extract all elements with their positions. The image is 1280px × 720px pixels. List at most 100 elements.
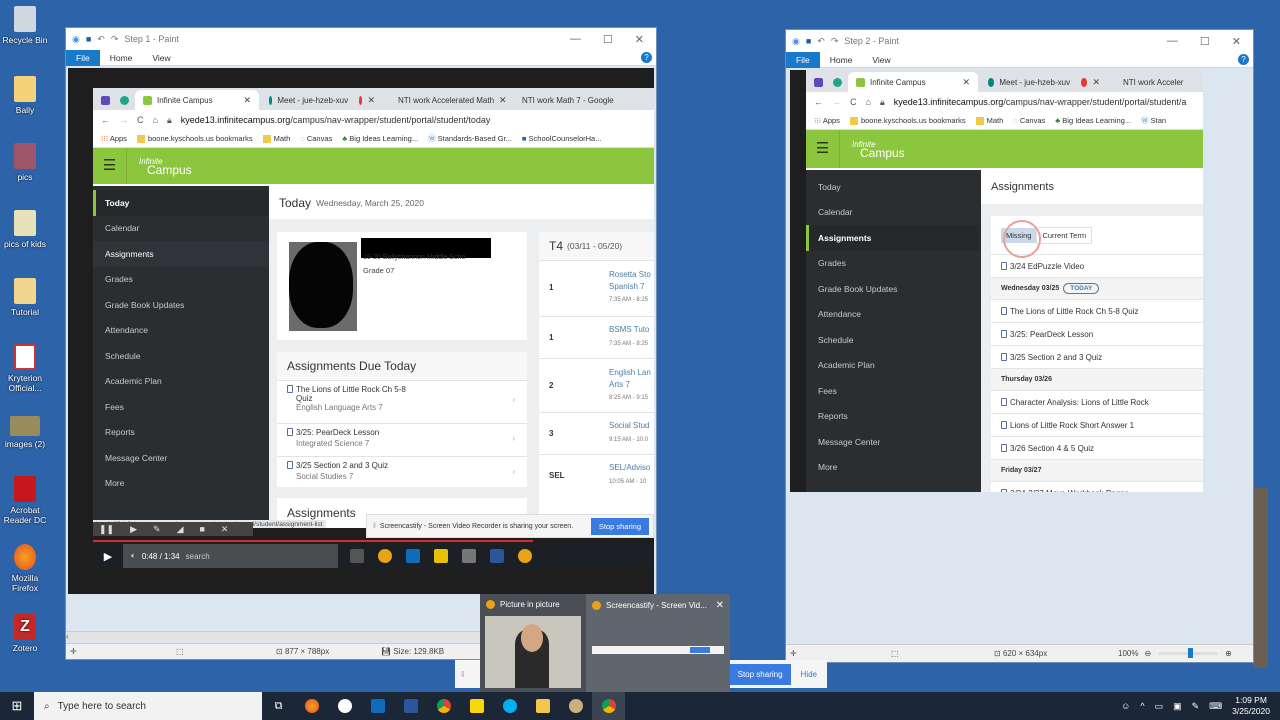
nav-calendar[interactable]: Calendar (93, 216, 269, 242)
preview-screencastify[interactable]: Screencastify - Screen Vid... ✕ (586, 594, 730, 692)
zoom-out-button[interactable]: ⊖ (1144, 649, 1151, 658)
help-icon[interactable]: ? (641, 52, 652, 63)
hide-button[interactable]: Hide (791, 670, 827, 679)
desktop-icon-recycle-bin[interactable]: Recycle Bin (2, 6, 48, 45)
bookmark-canvas[interactable]: ◌ Canvas (1013, 116, 1045, 125)
zoom-slider[interactable] (1159, 648, 1218, 658)
pen-icon[interactable]: ✎ (1192, 701, 1200, 712)
nav-academic-plan[interactable]: Academic Plan (93, 369, 269, 395)
home-icon[interactable]: ⌂ (153, 115, 158, 125)
play-icon[interactable]: ▶ (130, 524, 137, 535)
nav-grade-book-updates[interactable]: Grade Book Updates (93, 292, 269, 318)
chrome-icon[interactable] (518, 549, 532, 563)
bookmark-big-ideas[interactable]: ♣ Big Ideas Learning... (1055, 116, 1131, 125)
taskbar-chrome-active[interactable] (592, 692, 625, 720)
volume-icon[interactable]: 🔈︎ (131, 551, 136, 561)
zoom-in-button[interactable]: ⊕ (1225, 649, 1232, 658)
menu-view[interactable]: View (862, 55, 900, 65)
tab-meet[interactable]: Meet - jue-hzeb-xuv ✕ (980, 72, 1108, 92)
bookmark-boone[interactable]: boone.kyschools.us bookmarks (849, 116, 966, 125)
taskbar-firefox[interactable] (295, 692, 328, 720)
menu-home[interactable]: Home (100, 53, 143, 63)
minimize-button[interactable]: — (1167, 35, 1178, 48)
taskbar-photos[interactable] (328, 692, 361, 720)
ic-logo[interactable]: Infinite Campus (127, 157, 192, 176)
taskbar-sticky-notes[interactable] (460, 692, 493, 720)
desktop-icon-zotero[interactable]: Z Zotero (2, 614, 48, 653)
url-field[interactable]: kyede13.infinitecampus.org/campus/nav-wr… (894, 97, 1187, 107)
calculator-icon[interactable] (462, 549, 476, 563)
zoom-slider-thumb[interactable] (1188, 648, 1194, 658)
back-icon[interactable]: ← (814, 97, 823, 107)
chrome-icon[interactable] (378, 549, 392, 563)
camera-icon[interactable]: ■ (199, 524, 204, 534)
assignment-item[interactable]: The Lions of Little Rock Ch 5-8 Quiz (991, 299, 1203, 322)
taskbar-chrome[interactable] (427, 692, 460, 720)
nav-attendance[interactable]: Attendance (806, 302, 981, 328)
help-icon[interactable]: ? (1238, 54, 1249, 65)
taskbar-outlook[interactable] (361, 692, 394, 720)
save-icon[interactable]: ■ (86, 34, 91, 44)
network-icon[interactable]: ▣ (1173, 701, 1182, 712)
bookmark-big-ideas[interactable]: ♣ Big Ideas Learning... (342, 134, 418, 143)
due-item[interactable]: 3/25: PearDeck Lesson Integrated Science … (277, 423, 527, 456)
paint-canvas[interactable]: Infinite Campus ✕ Meet - jue-hzeb-xuv ✕ NT… (68, 68, 654, 594)
eraser-icon[interactable]: ◢ (177, 524, 184, 535)
people-icon[interactable]: ☺ (1121, 701, 1130, 711)
reload-icon[interactable]: C (850, 97, 857, 107)
close-tab-icon[interactable]: ✕ (367, 95, 375, 106)
nav-message-center[interactable]: Message Center (806, 429, 981, 455)
tab-meet[interactable]: Meet - jue-hzeb-xuv ✕ (261, 90, 383, 110)
forward-icon[interactable]: → (119, 115, 128, 125)
reload-icon[interactable]: C (137, 115, 144, 125)
bookmark-standards[interactable]: Ⓦ Standards-Based Gr... (428, 133, 512, 144)
taskbar-search[interactable]: ⌕ Type here to search (34, 692, 262, 720)
menu-icon[interactable]: ☰ (93, 148, 127, 184)
task-view-icon[interactable]: ⧉ (262, 692, 295, 720)
assignment-item[interactable]: 3/25: PearDeck Lesson (991, 322, 1203, 345)
tray-overflow-icon[interactable]: ^ (1140, 701, 1144, 711)
nav-message-center[interactable]: Message Center (93, 445, 269, 471)
nav-attendance[interactable]: Attendance (93, 318, 269, 344)
schedule-row[interactable]: 1 Rosetta Sto Spanish 7 7:35 AM - 8:25 (539, 260, 654, 316)
embedded-search[interactable]: 🔈︎ 0:48 / 1:34 search (123, 544, 338, 568)
assignment-item[interactable]: Lions of Little Rock Short Answer 1 (991, 413, 1203, 436)
nav-calendar[interactable]: Calendar (806, 200, 981, 226)
maximize-button[interactable]: ☐ (603, 33, 613, 46)
desktop-icon-pics-of-kids[interactable]: pics of kids (2, 210, 48, 249)
nav-assignments[interactable]: Assignments (93, 241, 269, 267)
nav-today[interactable]: Today (806, 174, 981, 200)
back-icon[interactable]: ← (101, 115, 110, 125)
taskbar-paint[interactable] (559, 692, 592, 720)
redo-icon[interactable]: ↷ (831, 36, 839, 47)
task-view-icon[interactable] (350, 549, 364, 563)
assignment-item[interactable]: Character Analysis: Lions of Little Rock (991, 390, 1203, 413)
close-button[interactable]: ✕ (635, 33, 644, 46)
close-icon[interactable]: ✕ (221, 524, 229, 535)
video-progress-bar[interactable] (93, 540, 533, 542)
home-icon[interactable]: ⌂ (866, 97, 871, 107)
menu-file[interactable]: File (66, 49, 100, 66)
nav-academic-plan[interactable]: Academic Plan (806, 353, 981, 379)
tab-infinite-campus[interactable]: Infinite Campus ✕ (135, 90, 259, 110)
nav-more[interactable]: More (93, 471, 269, 497)
stop-sharing-button[interactable]: Stop sharing (590, 517, 649, 535)
tab-nti-accelerated[interactable]: NTI work Accelerated Math ✕ (385, 90, 507, 110)
sticky-notes-icon[interactable] (434, 549, 448, 563)
forward-icon[interactable]: → (832, 97, 841, 107)
taskbar-file-explorer[interactable] (526, 692, 559, 720)
url-field[interactable]: kyede13.infinitecampus.org/campus/nav-wr… (181, 115, 491, 125)
nav-schedule[interactable]: Schedule (93, 343, 269, 369)
nav-more[interactable]: More (806, 455, 981, 481)
taskbar-word[interactable] (394, 692, 427, 720)
word-icon[interactable] (490, 549, 504, 563)
battery-icon[interactable]: ▭ (1155, 701, 1164, 712)
nav-grades[interactable]: Grades (806, 251, 981, 277)
nav-assignments[interactable]: Assignments (806, 225, 981, 251)
menu-view[interactable]: View (142, 53, 180, 63)
pause-icon[interactable]: ❚❚ (99, 524, 114, 535)
schedule-row[interactable]: 2 English Lan Arts 7 8:25 AM - 9:15 (539, 358, 654, 412)
nav-reports[interactable]: Reports (806, 404, 981, 430)
tab-nti-math7[interactable]: NTI work Math 7 - Google (509, 90, 619, 110)
desktop-icon-pics[interactable]: pics (2, 143, 48, 182)
